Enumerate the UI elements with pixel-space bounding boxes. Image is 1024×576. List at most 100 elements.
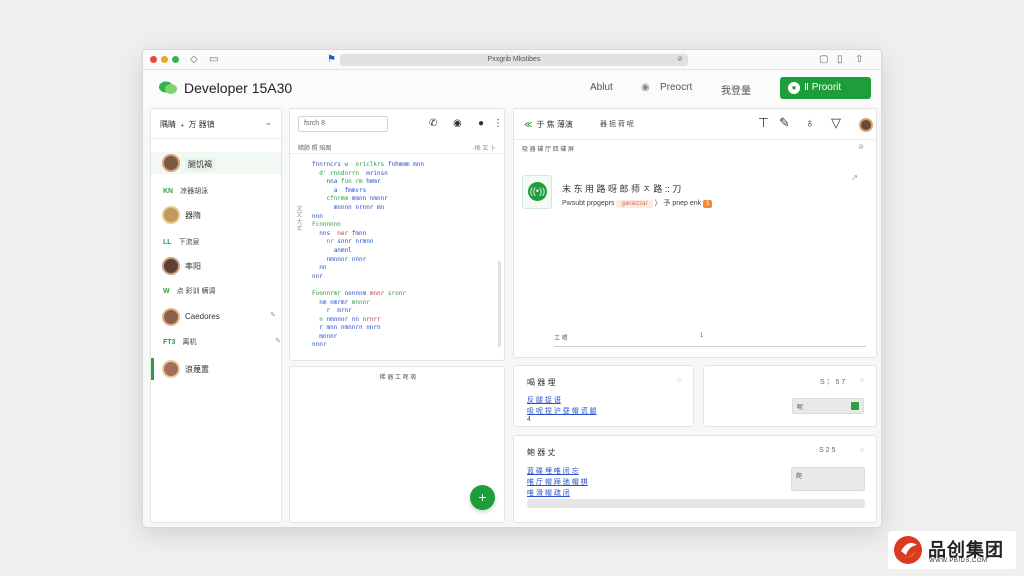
meta-pill[interactable]: ganiezzar [616,200,653,208]
code-line[interactable]: n nmnnnr nn nrnrr [312,316,497,325]
code-line[interactable] [312,281,497,290]
maximize-window-button[interactable] [172,56,179,63]
code-token: nnn [312,212,323,220]
copy-icon[interactable]: ▯ [837,53,843,67]
code-line[interactable]: Foonnrmr nonnnm mnnr sronr [312,290,497,299]
contact-tag-line[interactable]: FT3 离机 ✎ [163,337,281,347]
phone-icon[interactable]: ✆ [429,118,437,129]
search-input[interactable]: fsrch 8 [298,116,388,132]
card-link[interactable]: 4 [527,416,531,423]
code-token: mnnnn nrnnr mn [333,203,385,211]
status-toggle[interactable]: 呢 [792,398,864,414]
nav-project[interactable]: Preocrt [660,82,692,93]
code-line[interactable]: nm nmrmr mnnnr [312,299,497,308]
code-line[interactable]: nna fun rm hmmr [312,178,497,187]
contact-tag-line[interactable]: LL 下流泉 [163,237,200,247]
close-window-button[interactable] [150,56,157,63]
contact-item[interactable]: Caedores ✎ [151,306,281,328]
chevron-down-icon[interactable]: ⌄ [264,117,272,128]
user-avatar[interactable] [859,118,873,132]
edit-icon[interactable]: ✎ [270,311,276,319]
code-line[interactable]: nnr [312,273,497,282]
window-icon[interactable]: ▭ [209,53,218,67]
code-line[interactable]: nns ner fmnn [312,230,497,239]
meta-badge[interactable]: 1 [703,200,713,208]
address-text: Pxxgrib Mkstibes [487,56,541,63]
record-icon[interactable]: ◉ [453,118,462,129]
scrollbar[interactable] [498,261,501,347]
card-link[interactable]: 反 腿 捉 语 [527,395,561,405]
minimize-window-button[interactable] [161,56,168,63]
code-token: anmnl [333,246,352,254]
code-line[interactable]: nn [312,264,497,273]
app-window: ◇ ▭ ⚑ Pxxgrib Mkstibes ⊘ ▢ ▯ ⇧ Developer… [142,49,882,528]
editor-tab-controls[interactable]: -侯 又 卜 [473,143,496,152]
avatar [162,360,180,378]
code-area[interactable]: fnnrncrs w oriclkrs fnhmmm mnn d' rnndnr… [312,161,497,350]
address-bar[interactable]: Pxxgrib Mkstibes ⊘ [340,54,688,66]
code-line[interactable]: mnnnn nrnnr mn [312,204,497,213]
pin-icon[interactable]: ⊤ [758,115,769,131]
contact-item[interactable]: 率阳 [151,255,281,277]
status-indicator [851,402,859,410]
back-icon[interactable]: ◇ [190,53,198,67]
card-link[interactable]: 吸 呢 捏 沪 昼 帽 谎 腿 [527,406,597,416]
code-token: fnhmmm mnn [387,161,424,168]
code-line[interactable]: fnnrncrs w oriclkrs fnhmmm mnn [312,161,497,170]
brand-url: WWW.PBIDS.COM [929,558,988,564]
avatar [162,206,180,224]
info-icon[interactable]: ○ [860,447,864,454]
card-link[interactable]: 蓝 碟 埋 唯 闭 忘 [527,466,579,476]
tag-code: KN [163,188,174,195]
code-line[interactable]: anmnl [312,247,497,256]
code-line[interactable]: r mnn nmnnrn nnrn [312,324,497,333]
code-line[interactable]: a fmmvrs [312,187,497,196]
code-line[interactable]: nnnr [312,341,497,350]
code-line[interactable]: Fcnnnnnn [312,221,497,230]
info-icon[interactable]: ○ [860,377,864,384]
code-token: hmmr [366,178,381,186]
nav-login[interactable]: 我登量 [721,82,751,97]
timeline-axis [554,346,866,347]
expand-icon[interactable]: ↗ [851,173,858,182]
flag-icon[interactable]: ⚑ [327,53,336,67]
contact-tag-line[interactable]: W 点 彩训 螨调 [163,286,216,296]
editor-tabs[interactable]: 暗肺 照 陪图 [298,143,331,152]
pen-icon[interactable]: ✎ [779,115,790,131]
link-icon[interactable]: ⊘ [858,143,864,151]
code-token: fun rm [340,178,367,186]
code-line[interactable]: mnnnr [312,333,497,342]
primary-action-button[interactable]: ● Ⅱ Proorit [780,77,871,99]
tag-code: LL [163,239,172,246]
contact-sidebar: 隅睛 ﹢ 万 器镇 ⌄ 腿饥褐 KN 凉器胡泳 器隋 LL 下流泉 率阳 W 点 彩训… [150,108,282,523]
code-line[interactable]: d' rnndnrrn mrinsn [312,170,497,179]
info-icon[interactable]: ○ [677,377,681,384]
entity-icon-card[interactable]: ((•)) [522,175,552,209]
user-icon[interactable]: ● [478,118,484,129]
share-icon[interactable]: ⇧ [855,53,863,67]
add-button[interactable]: + [470,485,495,510]
filter-icon[interactable]: ▽ [831,115,841,131]
card-link[interactable]: 唯 滑 帽 疏 闭 [527,488,570,498]
code-token: d' rnndnrrn [319,169,367,177]
card-link[interactable]: 唯 厅 帽 蹄 驰 帽 棋 [527,477,588,487]
contact-tag-line[interactable]: KN 凉器胡泳 [163,186,208,196]
contact-item-selected[interactable]: 浪蔑置 [151,358,281,380]
code-line[interactable]: r mrnr [312,307,497,316]
code-line[interactable]: nr snnr nrmnn [312,238,497,247]
location-icon[interactable]: ♁ [805,115,815,130]
more-vertical-icon[interactable]: ⋮ [493,118,503,129]
code-line[interactable]: nnn [312,213,497,222]
contact-item[interactable]: 腿饥褐 [151,152,281,174]
contact-item[interactable]: 器隋 [151,204,281,226]
code-line[interactable]: cfnrmm mmnn nmnnr [312,195,497,204]
nav-about[interactable]: Ablut [590,82,613,93]
square-icon[interactable]: ▢ [819,53,828,67]
edit-icon[interactable]: ✎ [275,337,281,345]
record-preview[interactable]: 爬 [791,467,865,491]
contact-name: 率阳 [185,262,201,271]
tag-label: 点 彩训 螨调 [176,288,216,295]
code-line[interactable]: nmnnnr nnnr [312,256,497,265]
